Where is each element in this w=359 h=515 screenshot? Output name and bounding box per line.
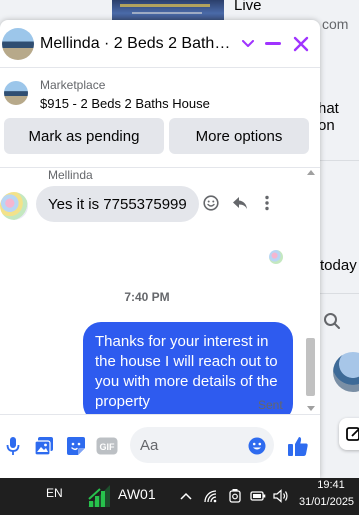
emoji-icon[interactable] (246, 435, 268, 457)
svg-text:GIF: GIF (100, 442, 116, 452)
wifi-icon[interactable] (202, 487, 220, 505)
clock-date[interactable]: 31/01/2025 (299, 496, 354, 508)
like-icon[interactable] (287, 435, 309, 457)
taskbar: EN AW01 19:41 31/01/2025 (0, 478, 359, 515)
background-hat-fragment: hat on (318, 100, 339, 134)
message-scrollbar[interactable] (303, 168, 317, 414)
background-divider (318, 293, 359, 294)
contact-avatar[interactable] (2, 28, 34, 60)
seen-indicator-avatar (269, 250, 283, 264)
message-composer: GIF (0, 414, 320, 478)
photo-icon[interactable] (33, 435, 55, 457)
incoming-message[interactable]: Yes it is 7755375999 (36, 186, 199, 222)
listing-thumbnail[interactable] (4, 81, 28, 105)
contact-avatar[interactable] (333, 352, 359, 392)
sender-name: Mellinda (48, 168, 93, 182)
more-options-button[interactable]: More options (169, 118, 309, 154)
message-status: Sent (258, 398, 283, 412)
chevron-down-icon[interactable] (238, 34, 258, 54)
chat-header[interactable]: Mellinda · 2 Beds 2 Baths ... (0, 20, 320, 68)
listing-label: Marketplace (40, 78, 106, 92)
chevron-up-icon[interactable] (177, 487, 195, 505)
compose-icon (346, 427, 359, 441)
minimize-icon[interactable] (263, 34, 283, 54)
camera-icon[interactable] (226, 487, 244, 505)
language-indicator[interactable]: EN (46, 486, 63, 500)
background-today-fragment: today (320, 257, 357, 274)
listing-title[interactable]: $915 - 2 Beds 2 Baths House (40, 96, 210, 111)
new-message-button[interactable] (339, 418, 359, 450)
background-divider (318, 160, 359, 161)
network-signal-icon[interactable] (86, 483, 112, 509)
microphone-icon[interactable] (2, 435, 24, 457)
scroll-thumb[interactable] (306, 338, 315, 396)
message-list[interactable]: Mellinda Yes it is 7755375999 7:40 PM Th… (0, 168, 320, 414)
background-live-label: Live (234, 0, 262, 14)
close-icon[interactable] (291, 34, 311, 54)
background-com-fragment: com (322, 16, 349, 32)
background-thumbnail[interactable] (112, 0, 224, 22)
battery-icon[interactable] (249, 487, 267, 505)
chat-window: Mellinda · 2 Beds 2 Baths ... Marketplac… (0, 20, 320, 478)
network-name[interactable]: AW01 (118, 486, 156, 502)
sender-avatar[interactable] (0, 192, 28, 220)
search-icon[interactable] (323, 312, 341, 330)
react-emoji-icon[interactable] (202, 194, 220, 212)
more-vertical-icon[interactable] (258, 194, 276, 212)
volume-icon[interactable] (272, 487, 290, 505)
clock-time[interactable]: 19:41 (311, 479, 351, 491)
message-timestamp: 7:40 PM (124, 290, 170, 304)
reply-icon[interactable] (231, 194, 249, 212)
mark-as-pending-button[interactable]: Mark as pending (4, 118, 164, 154)
chat-title[interactable]: Mellinda · 2 Beds 2 Baths ... (40, 35, 232, 53)
scroll-up-arrow[interactable] (307, 170, 315, 175)
marketplace-listing: Marketplace $915 - 2 Beds 2 Baths House … (0, 68, 320, 168)
gif-icon[interactable]: GIF (96, 435, 118, 457)
sticker-icon[interactable] (65, 435, 87, 457)
scroll-down-arrow[interactable] (307, 406, 315, 411)
